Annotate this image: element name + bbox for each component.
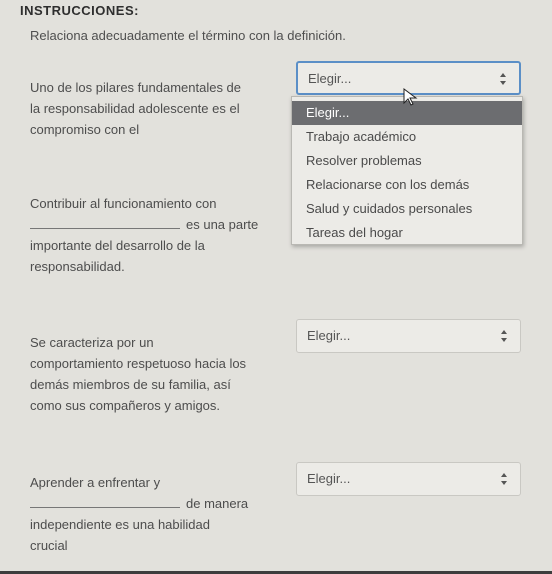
dropdown-list: Elegir... Trabajo académico Resolver pro… xyxy=(291,96,523,245)
answer-blank xyxy=(30,495,180,508)
question-4-line-1: Aprender a enfrentar y xyxy=(30,475,161,490)
updown-arrows-icon xyxy=(501,473,507,485)
dropdown-option-relacionarse[interactable]: Relacionarse con los demás xyxy=(292,173,522,197)
question-3-select[interactable]: Elegir... xyxy=(296,319,521,353)
answer-blank xyxy=(30,216,180,229)
instructions-title: INSTRUCCIONES: xyxy=(20,3,139,18)
question-2-text: Contribuir al funcionamiento con es una … xyxy=(30,193,280,277)
question-1-line-2: la responsabilidad adolescente es el xyxy=(30,101,240,116)
updown-arrows-icon xyxy=(501,330,507,342)
question-2-line-1: Contribuir al funcionamiento con xyxy=(30,196,217,211)
question-1-line-3: compromiso con el xyxy=(30,122,140,137)
question-2-line-3: importante del desarrollo de la xyxy=(30,238,205,253)
question-3-select-value: Elegir... xyxy=(307,328,351,343)
question-2-line-4: responsabilidad. xyxy=(30,259,125,274)
question-3-line-2: comportamiento respetuoso hacia los xyxy=(30,356,247,371)
question-3-line-3: demás miembros de su familia, así xyxy=(30,377,231,392)
dropdown-option-tareas-hogar[interactable]: Tareas del hogar xyxy=(292,221,522,245)
question-4-select[interactable]: Elegir... xyxy=(296,462,521,496)
question-3-text: Se caracteriza por un comportamiento res… xyxy=(30,332,280,416)
mouse-pointer-icon xyxy=(403,88,418,106)
question-4-line-3: independiente es una habilidad xyxy=(30,517,210,532)
question-1-line-1: Uno de los pilares fundamentales de xyxy=(30,80,242,95)
question-3-line-4: como sus compañeros y amigos. xyxy=(30,398,221,413)
question-4-select-value: Elegir... xyxy=(307,471,351,486)
instructions-subtitle: Relaciona adecuadamente el término con l… xyxy=(30,28,346,43)
question-1-select-value: Elegir... xyxy=(308,71,352,86)
dropdown-option-trabajo-academico[interactable]: Trabajo académico xyxy=(292,125,522,149)
dropdown-option-salud[interactable]: Salud y cuidados personales xyxy=(292,197,522,221)
updown-arrows-icon xyxy=(500,73,506,85)
question-1-text: Uno de los pilares fundamentales de la r… xyxy=(30,77,280,140)
question-4-text: Aprender a enfrentar y de manera indepen… xyxy=(30,472,280,556)
question-4-line-2: de manera xyxy=(30,493,280,514)
question-2-line-2: es una parte xyxy=(30,214,280,235)
question-3-line-1: Se caracteriza por un xyxy=(30,335,154,350)
dropdown-option-resolver-problemas[interactable]: Resolver problemas xyxy=(292,149,522,173)
question-4-line-4: crucial xyxy=(30,538,68,553)
